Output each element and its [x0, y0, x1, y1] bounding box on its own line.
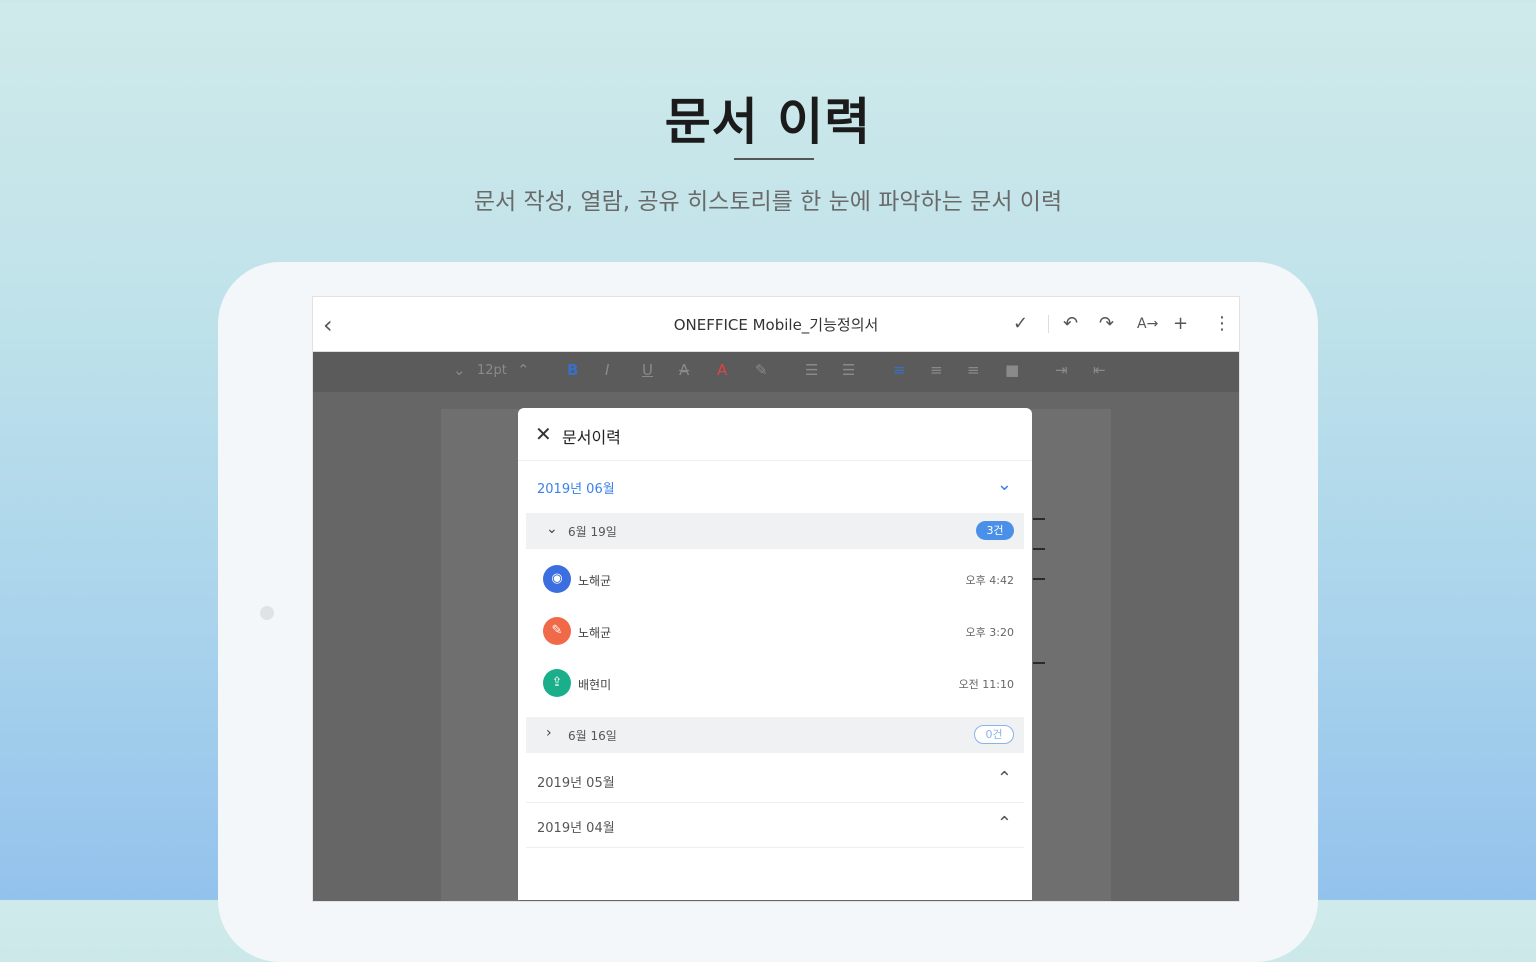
- chevron-down-icon[interactable]: ⌄: [997, 474, 1012, 495]
- day-label: 6월 19일: [568, 525, 617, 539]
- ruler-mark: [1033, 662, 1045, 664]
- more-icon[interactable]: ⋮: [1213, 313, 1231, 334]
- italic-icon[interactable]: I: [605, 361, 609, 379]
- entry-time: 오전 11:10: [958, 678, 1014, 691]
- history-entry[interactable]: ✎ 노해균 오후 3:20: [526, 609, 1024, 655]
- day-row[interactable]: ⌄ 6월 19일 3건: [526, 513, 1024, 549]
- chevron-up-icon[interactable]: ⌃: [997, 813, 1012, 834]
- numbered-list-icon[interactable]: ☰: [842, 361, 855, 379]
- month-label: 2019년 04월: [537, 821, 615, 836]
- text-color-icon[interactable]: A: [717, 361, 727, 379]
- app-bar: ‹ ONEFFICE Mobile_기능정의서 ✓ ↶ ↷ A→ + ⋮: [313, 297, 1239, 352]
- edit-icon: ✎: [543, 617, 571, 645]
- highlight-icon[interactable]: ✎: [755, 361, 768, 379]
- history-panel-header: ✕ 문서이력: [518, 408, 1032, 461]
- chevron-right-icon: ›: [546, 725, 552, 741]
- ruler-mark: [1033, 518, 1045, 520]
- day-label: 6월 16일: [568, 729, 617, 743]
- day-row[interactable]: › 6월 16일 0건: [526, 717, 1024, 753]
- undo-icon[interactable]: ↶: [1063, 313, 1078, 334]
- history-entry[interactable]: ◉ 노해균 오후 4:42: [526, 557, 1024, 603]
- indent-icon[interactable]: ⇥: [1055, 361, 1068, 379]
- text-format-icon[interactable]: A→: [1137, 316, 1158, 332]
- close-icon[interactable]: ✕: [535, 422, 552, 446]
- redo-icon[interactable]: ↷: [1099, 313, 1114, 334]
- history-panel-title: 문서이력: [562, 428, 621, 447]
- align-center-icon[interactable]: ≡: [930, 361, 943, 379]
- check-icon[interactable]: ✓: [1013, 313, 1028, 334]
- ruler-mark: [1033, 578, 1045, 580]
- entry-user: 노해균: [578, 626, 612, 640]
- format-toolbar: ⌄ 12pt ⌃ B I U A A ✎ ☰ ☰ ≡ ≡ ≡ ■ ⇥ ⇤: [313, 352, 1239, 392]
- plus-icon[interactable]: +: [1173, 313, 1188, 334]
- document-page-left: [441, 409, 521, 901]
- count-badge: 3건: [976, 521, 1014, 540]
- hero-title: 문서 이력: [664, 93, 872, 151]
- outdent-icon[interactable]: ⇤: [1093, 361, 1106, 379]
- align-left-icon[interactable]: ≡: [893, 361, 906, 379]
- strikethrough-icon[interactable]: A: [679, 361, 689, 379]
- appbar-separator: [1048, 315, 1049, 333]
- document-page-right: [1031, 409, 1111, 901]
- entry-time: 오후 3:20: [965, 626, 1014, 639]
- bullet-list-icon[interactable]: ☰: [805, 361, 818, 379]
- month-label: 2019년 05월: [537, 776, 615, 791]
- eye-icon: ◉: [543, 565, 571, 593]
- font-size-up-icon[interactable]: ⌃: [517, 361, 530, 379]
- ruler-mark: [1033, 548, 1045, 550]
- month-row[interactable]: 2019년 06월 ⌄: [526, 464, 1024, 508]
- chevron-up-icon[interactable]: ⌃: [997, 768, 1012, 789]
- underline-icon[interactable]: U: [642, 361, 653, 379]
- hero-subtitle: 문서 작성, 열람, 공유 히스토리를 한 눈에 파악하는 문서 이력: [473, 189, 1063, 215]
- align-right-icon[interactable]: ≡: [967, 361, 980, 379]
- month-row[interactable]: 2019년 04월 ⌃: [526, 803, 1024, 848]
- font-size-value[interactable]: 12pt: [477, 363, 507, 378]
- bold-icon[interactable]: B: [567, 361, 578, 379]
- tablet-camera: [260, 606, 274, 620]
- month-label: 2019년 06월: [537, 482, 615, 497]
- month-row[interactable]: 2019년 05월 ⌃: [526, 758, 1024, 803]
- chevron-down-icon: ⌄: [546, 521, 558, 537]
- share-icon: ⇪: [543, 669, 571, 697]
- font-size-down-icon[interactable]: ⌄: [453, 361, 466, 379]
- count-badge: 0건: [974, 725, 1014, 744]
- entry-user: 배현미: [578, 678, 612, 692]
- history-entry[interactable]: ⇪ 배현미 오전 11:10: [526, 661, 1024, 707]
- hero-divider: [734, 158, 814, 160]
- justify-icon[interactable]: ■: [1005, 361, 1019, 379]
- history-panel: ✕ 문서이력 2019년 06월 ⌄ ⌄ 6월 19일 3건 ◉ 노해균 오후 …: [518, 408, 1032, 900]
- entry-time: 오후 4:42: [965, 574, 1014, 587]
- entry-user: 노해균: [578, 574, 612, 588]
